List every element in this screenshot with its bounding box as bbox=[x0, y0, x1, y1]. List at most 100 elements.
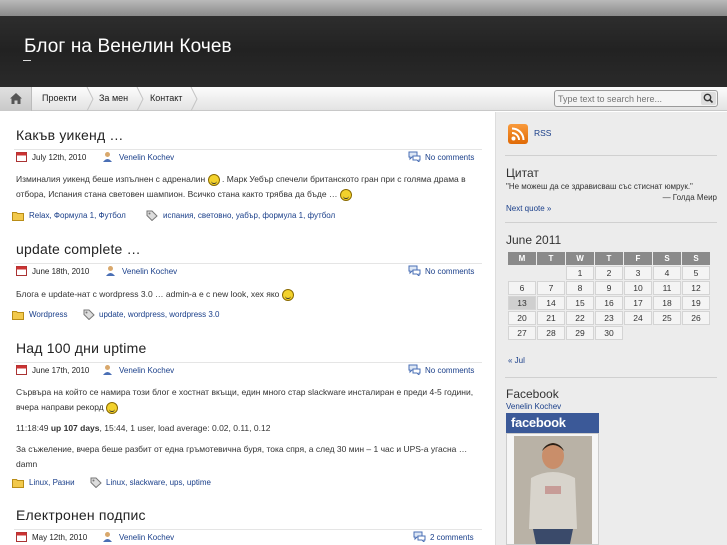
calendar-icon bbox=[16, 152, 27, 162]
sidebar-divider bbox=[505, 222, 717, 223]
post-body-text: , 15:44, 1 user, load average: 0.02, 0.1… bbox=[99, 423, 271, 433]
post-body: Блога е update-нат с wordpress 3.0 … adm… bbox=[16, 287, 484, 302]
post-author[interactable]: Venelin Kochev bbox=[122, 267, 177, 276]
post-categories[interactable]: Wordpress bbox=[29, 310, 68, 319]
calendar-day-header: T bbox=[595, 252, 623, 265]
post-body: Изминалия уикенд беше изпълнен с адренал… bbox=[16, 172, 484, 202]
post-comments-link[interactable]: No comments bbox=[425, 267, 474, 276]
quote-author: — Голда Меир bbox=[662, 193, 717, 202]
calendar-day: 20 bbox=[508, 311, 536, 325]
calendar-day: 30 bbox=[595, 326, 623, 340]
calendar-day-header: S bbox=[682, 252, 710, 265]
search-input[interactable] bbox=[558, 92, 698, 105]
post-meta: July 12th, 2010 Venelin Kochev No commen… bbox=[14, 149, 482, 164]
post-date: July 12th, 2010 bbox=[32, 153, 87, 162]
calendar-day-header: F bbox=[624, 252, 652, 265]
post-tags[interactable]: испания, световно, уабър, формула 1, фут… bbox=[163, 211, 335, 220]
facebook-logo[interactable]: facebook bbox=[506, 413, 599, 433]
title-underline bbox=[23, 60, 31, 61]
post-author[interactable]: Venelin Kochev bbox=[119, 153, 174, 162]
calendar-icon bbox=[16, 266, 27, 276]
post-tags[interactable]: Linux, slackware, ups, uptime bbox=[106, 478, 211, 487]
calendar-day: 11 bbox=[653, 281, 681, 295]
post-title[interactable]: Над 100 дни uptime bbox=[16, 340, 146, 356]
facebook-profile-name[interactable]: Venelin Kochev bbox=[506, 402, 561, 411]
facebook-profile-photo[interactable] bbox=[506, 433, 599, 545]
folder-icon bbox=[12, 311, 24, 320]
post-body-text: Изминалия уикенд беше изпълнен с адренал… bbox=[16, 174, 206, 184]
rss-icon[interactable] bbox=[508, 124, 528, 144]
calendar-day-header: T bbox=[537, 252, 565, 265]
post-comments-link[interactable]: No comments bbox=[425, 153, 474, 162]
post-date: May 12th, 2010 bbox=[32, 533, 88, 542]
nav-separator bbox=[190, 87, 198, 111]
nav-item-projects[interactable]: Проекти bbox=[42, 87, 77, 111]
calendar-day-header: M bbox=[508, 252, 536, 265]
nav-separator bbox=[86, 87, 94, 111]
site-title[interactable]: Блог на Венелин Кочев bbox=[24, 36, 232, 58]
next-quote-link[interactable]: Next quote » bbox=[506, 204, 551, 213]
sidebar-divider bbox=[505, 377, 717, 378]
calendar-day: 16 bbox=[595, 296, 623, 310]
calendar-day: 28 bbox=[537, 326, 565, 340]
smiley-icon bbox=[281, 288, 294, 301]
calendar-day: 9 bbox=[595, 281, 623, 295]
post-comments-link[interactable]: No comments bbox=[425, 366, 474, 375]
post-meta: June 17th, 2010 Venelin Kochev No commen… bbox=[14, 362, 482, 377]
post-body: 11:18:49 up 107 days, 15:44, 1 user, loa… bbox=[16, 421, 484, 436]
post-author[interactable]: Venelin Kochev bbox=[119, 533, 174, 542]
calendar-day: 25 bbox=[653, 311, 681, 325]
post-comments-link[interactable]: 2 comments bbox=[430, 533, 474, 542]
nav-home-button[interactable] bbox=[0, 87, 32, 111]
user-icon bbox=[106, 266, 115, 276]
site-header: Блог на Венелин Кочев bbox=[0, 0, 727, 87]
folder-icon bbox=[12, 212, 24, 221]
post-title[interactable]: Електронен подпис bbox=[16, 507, 146, 523]
calendar-day-header: W bbox=[566, 252, 594, 265]
calendar-empty bbox=[508, 266, 536, 280]
user-icon bbox=[103, 365, 112, 375]
nav-item-contact[interactable]: Контакт bbox=[150, 87, 182, 111]
quote-heading: Цитат bbox=[506, 166, 539, 180]
calendar-day: 12 bbox=[682, 281, 710, 295]
facebook-heading: Facebook bbox=[506, 387, 559, 401]
calendar-icon bbox=[16, 532, 27, 542]
calendar-day: 14 bbox=[537, 296, 565, 310]
post-body-bold: up 107 days bbox=[50, 423, 100, 433]
calendar-day: 1 bbox=[566, 266, 594, 280]
rss-link[interactable]: RSS bbox=[534, 128, 551, 138]
smiley-icon bbox=[339, 188, 352, 201]
comment-icon bbox=[413, 531, 426, 542]
post-meta: May 12th, 2010 Venelin Kochev 2 comments bbox=[14, 529, 482, 544]
search-button[interactable] bbox=[701, 92, 716, 105]
post-date: June 18th, 2010 bbox=[32, 267, 90, 276]
calendar-day: 23 bbox=[595, 311, 623, 325]
comment-icon bbox=[408, 265, 421, 276]
calendar-day: 10 bbox=[624, 281, 652, 295]
post-categories[interactable]: Relax, Формула 1, Футбол bbox=[29, 211, 126, 220]
calendar-day: 26 bbox=[682, 311, 710, 325]
post-title[interactable]: Какъв уикенд … bbox=[16, 127, 124, 143]
rss-icon-glyph bbox=[511, 127, 525, 141]
post-body-text: 11:18:49 bbox=[16, 423, 49, 433]
sidebar-divider bbox=[505, 155, 717, 156]
post-categories[interactable]: Linux, Разни bbox=[29, 478, 75, 487]
quote-text: "Не можеш да се здрависваш със стиснат ю… bbox=[506, 182, 693, 191]
calendar-empty bbox=[682, 326, 710, 340]
post-body-text: Блога е update-нат с wordpress 3.0 … adm… bbox=[16, 289, 280, 299]
post-body-text: За съжеление, вчера беше разбит от една … bbox=[16, 444, 468, 469]
user-icon bbox=[103, 532, 112, 542]
post-author[interactable]: Venelin Kochev bbox=[119, 366, 174, 375]
calendar-day-today: 13 bbox=[508, 296, 536, 310]
post-title[interactable]: update complete … bbox=[16, 241, 141, 257]
tag-icon bbox=[146, 210, 158, 221]
calendar-heading: June 2011 bbox=[506, 233, 562, 247]
post-tags[interactable]: update, wordpress, wordpress 3.0 bbox=[99, 310, 220, 319]
calendar-day: 18 bbox=[653, 296, 681, 310]
calendar: M T W T F S S 1 2 3 4 5 6 7 8 9 10 11 12 bbox=[507, 251, 711, 341]
calendar-day-header: S bbox=[653, 252, 681, 265]
search-icon bbox=[703, 93, 714, 104]
calendar-prev-link[interactable]: « Jul bbox=[508, 356, 525, 365]
folder-icon bbox=[12, 479, 24, 488]
nav-item-about[interactable]: За мен bbox=[99, 87, 128, 111]
